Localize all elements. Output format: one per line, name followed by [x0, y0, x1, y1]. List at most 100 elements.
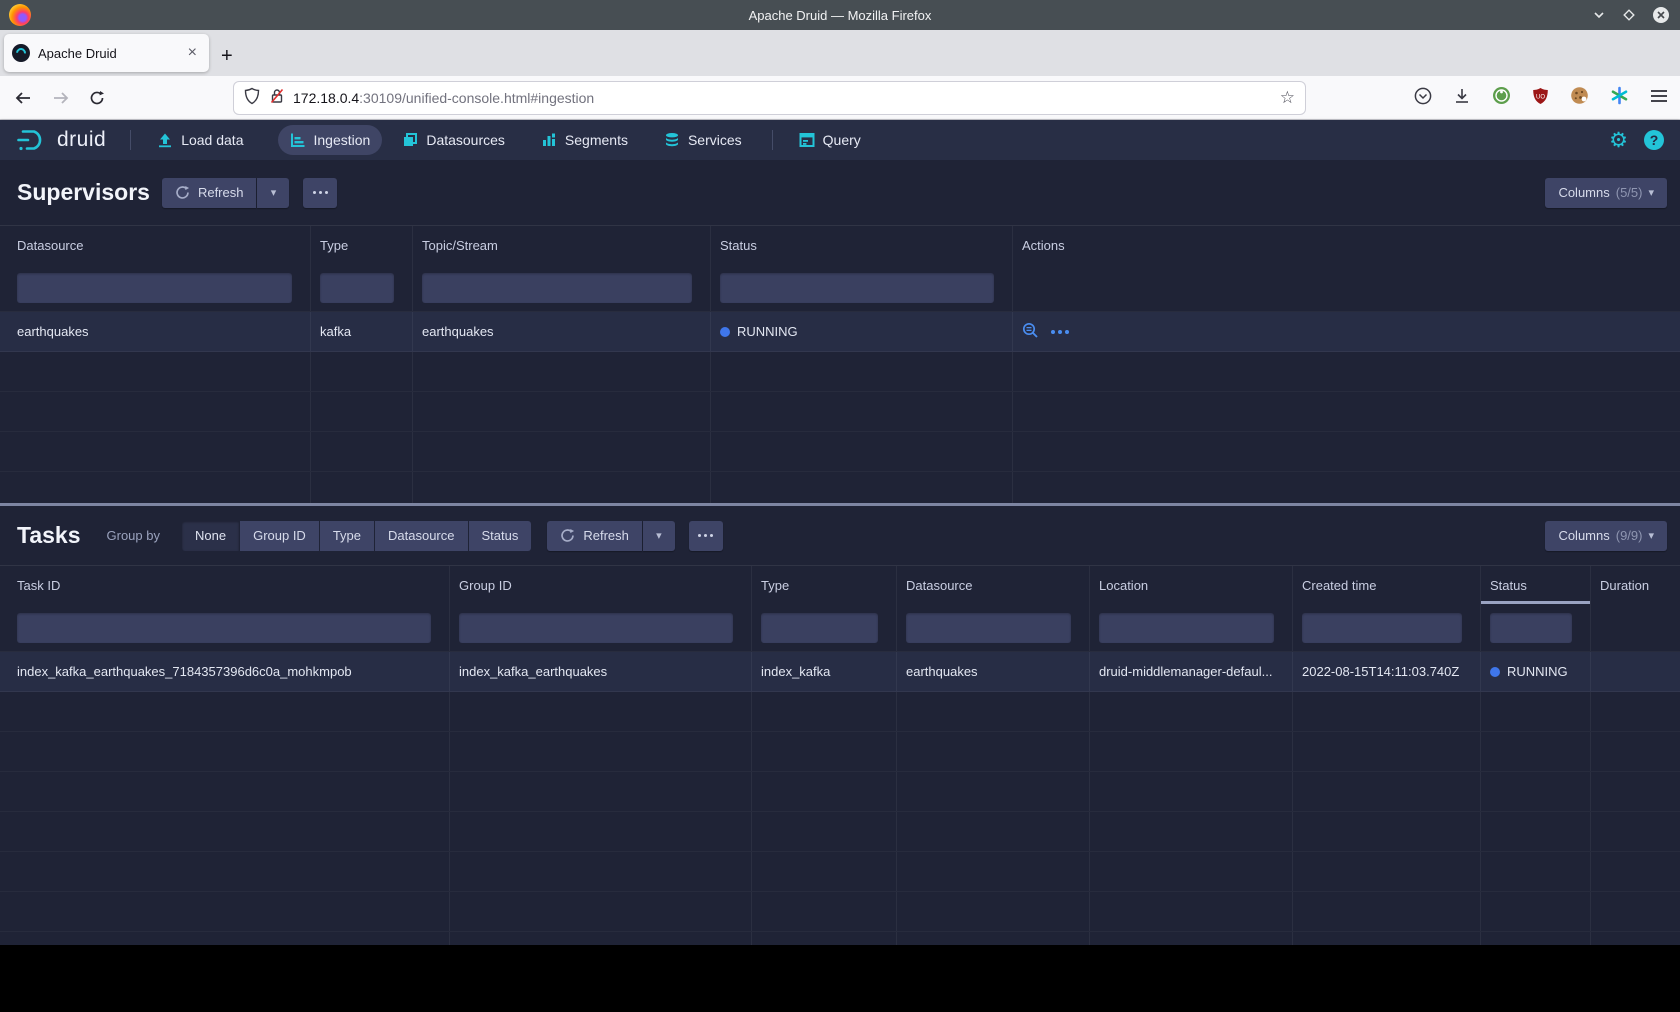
- column-header-sorted[interactable]: Status: [1481, 566, 1591, 604]
- tasks-more-button[interactable]: [689, 521, 723, 551]
- refresh-label: Refresh: [198, 185, 244, 200]
- filter-status-input[interactable]: [720, 273, 994, 303]
- filter-type-input[interactable]: [761, 613, 878, 643]
- forward-icon[interactable]: [46, 83, 76, 113]
- task-status[interactable]: RUNNING: [1481, 652, 1591, 691]
- inspect-magnifier-icon[interactable]: [1022, 322, 1039, 342]
- column-header[interactable]: Created time: [1293, 566, 1481, 604]
- supervisor-topic[interactable]: earthquakes: [413, 312, 711, 351]
- column-header[interactable]: Task ID: [0, 566, 450, 604]
- group-by-type-button[interactable]: Type: [320, 521, 374, 551]
- column-header[interactable]: Topic/Stream: [413, 226, 711, 264]
- supervisors-more-button[interactable]: [303, 178, 337, 208]
- url-text[interactable]: 172.18.0.4:30109/unified-console.html#in…: [293, 90, 1280, 106]
- tasks-table: Task ID Group ID Type Datasource Locatio…: [0, 565, 1680, 945]
- window-maximize-icon[interactable]: [1622, 8, 1636, 22]
- tasks-columns-button[interactable]: Columns (9/9) ▾: [1545, 521, 1667, 551]
- nav-segments[interactable]: Segments: [529, 125, 640, 155]
- nav-ingestion-label: Ingestion: [314, 132, 371, 148]
- row-more-actions-icon[interactable]: [1051, 330, 1069, 334]
- tasks-refresh-button[interactable]: Refresh: [547, 521, 642, 551]
- column-header[interactable]: Type: [752, 566, 897, 604]
- lock-disabled-icon[interactable]: [269, 87, 285, 110]
- tasks-header-row: Task ID Group ID Type Datasource Locatio…: [0, 566, 1680, 604]
- window-close-icon[interactable]: [1652, 6, 1670, 24]
- group-by-datasource-button[interactable]: Datasource: [375, 521, 467, 551]
- supervisors-refresh-button[interactable]: Refresh: [162, 178, 257, 208]
- filter-status-input[interactable]: [1490, 613, 1572, 643]
- task-type[interactable]: index_kafka: [752, 652, 897, 691]
- filter-location-input[interactable]: [1099, 613, 1274, 643]
- cookie-extension-icon[interactable]: [1570, 86, 1589, 110]
- task-location[interactable]: druid-middlemanager-defaul...: [1090, 652, 1293, 691]
- nav-divider: [772, 130, 773, 150]
- extension-asterisk-icon[interactable]: [1610, 86, 1629, 110]
- filter-group-id-input[interactable]: [459, 613, 733, 643]
- tasks-refresh-caret-button[interactable]: ▾: [643, 521, 675, 551]
- url-host: 172.18.0.4: [293, 90, 359, 106]
- column-header: Actions: [1013, 226, 1680, 264]
- tab-apache-druid[interactable]: Apache Druid ×: [4, 34, 209, 72]
- nav-segments-label: Segments: [565, 132, 628, 148]
- nav-datasources[interactable]: Datasources: [390, 125, 517, 155]
- columns-label: Columns: [1558, 185, 1609, 200]
- nav-services[interactable]: Services: [652, 125, 754, 155]
- column-header[interactable]: Datasource: [897, 566, 1090, 604]
- tab-close-icon[interactable]: ×: [184, 43, 201, 63]
- task-datasource[interactable]: earthquakes: [897, 652, 1090, 691]
- task-id[interactable]: index_kafka_earthquakes_7184357396d6c0a_…: [0, 652, 450, 691]
- filter-topic-input[interactable]: [422, 273, 692, 303]
- filter-datasource-input[interactable]: [17, 273, 292, 303]
- table-row-empty: [0, 812, 1680, 852]
- window-minimize-icon[interactable]: [1592, 8, 1606, 22]
- url-bar[interactable]: 172.18.0.4:30109/unified-console.html#in…: [234, 82, 1305, 114]
- url-path: :30109/unified-console.html#ingestion: [359, 90, 594, 106]
- services-icon: [664, 132, 680, 148]
- nav-ingestion[interactable]: Ingestion: [278, 125, 383, 155]
- supervisors-refresh-caret-button[interactable]: ▾: [257, 178, 289, 208]
- column-header[interactable]: Datasource: [0, 226, 311, 264]
- shield-icon[interactable]: [244, 87, 260, 110]
- extension-green-icon[interactable]: [1492, 86, 1511, 110]
- column-header[interactable]: Group ID: [450, 566, 752, 604]
- help-icon[interactable]: ?: [1644, 130, 1664, 150]
- back-icon[interactable]: [8, 83, 38, 113]
- pocket-icon[interactable]: [1414, 87, 1432, 110]
- supervisor-datasource[interactable]: earthquakes: [0, 312, 311, 351]
- menu-hamburger-icon[interactable]: [1650, 89, 1668, 108]
- column-header[interactable]: Duration: [1591, 566, 1680, 604]
- task-group-id[interactable]: index_kafka_earthquakes: [450, 652, 752, 691]
- datasources-icon: [402, 132, 418, 148]
- column-header[interactable]: Status: [711, 226, 1013, 264]
- filter-type-input[interactable]: [320, 273, 394, 303]
- nav-query[interactable]: Query: [787, 125, 873, 155]
- group-by-none-button[interactable]: None: [182, 521, 239, 551]
- druid-logo[interactable]: druid: [16, 128, 106, 152]
- table-row-empty: [0, 432, 1680, 472]
- filter-task-id-input[interactable]: [17, 613, 431, 643]
- download-icon[interactable]: [1453, 87, 1471, 110]
- supervisor-status[interactable]: RUNNING: [711, 312, 1013, 351]
- window-titlebar: Apache Druid — Mozilla Firefox: [0, 0, 1680, 30]
- supervisors-filter-row: [0, 264, 1680, 312]
- task-row[interactable]: index_kafka_earthquakes_7184357396d6c0a_…: [0, 652, 1680, 692]
- group-by-status-button[interactable]: Status: [469, 521, 532, 551]
- column-header[interactable]: Location: [1090, 566, 1293, 604]
- new-tab-button[interactable]: +: [221, 46, 233, 66]
- table-row-empty: [0, 932, 1680, 945]
- bookmark-star-icon[interactable]: ☆: [1280, 88, 1295, 108]
- settings-gear-icon[interactable]: ⚙: [1609, 130, 1628, 151]
- supervisors-columns-button[interactable]: Columns (5/5) ▾: [1545, 178, 1667, 208]
- filter-datasource-input[interactable]: [906, 613, 1071, 643]
- reload-icon[interactable]: [82, 83, 112, 113]
- group-by-group-id-button[interactable]: Group ID: [240, 521, 319, 551]
- filter-created-time-input[interactable]: [1302, 613, 1462, 643]
- supervisor-type[interactable]: kafka: [311, 312, 413, 351]
- columns-count: (9/9): [1616, 528, 1643, 543]
- task-created-time[interactable]: 2022-08-15T14:11:03.740Z: [1293, 652, 1481, 691]
- nav-load-data[interactable]: Load data: [145, 125, 255, 155]
- column-header[interactable]: Type: [311, 226, 413, 264]
- ublock-icon[interactable]: UO: [1532, 87, 1549, 110]
- supervisor-row[interactable]: earthquakes kafka earthquakes RUNNING: [0, 312, 1680, 352]
- supervisors-toolbar: Supervisors Refresh ▾ Columns (5/5) ▾: [0, 160, 1680, 225]
